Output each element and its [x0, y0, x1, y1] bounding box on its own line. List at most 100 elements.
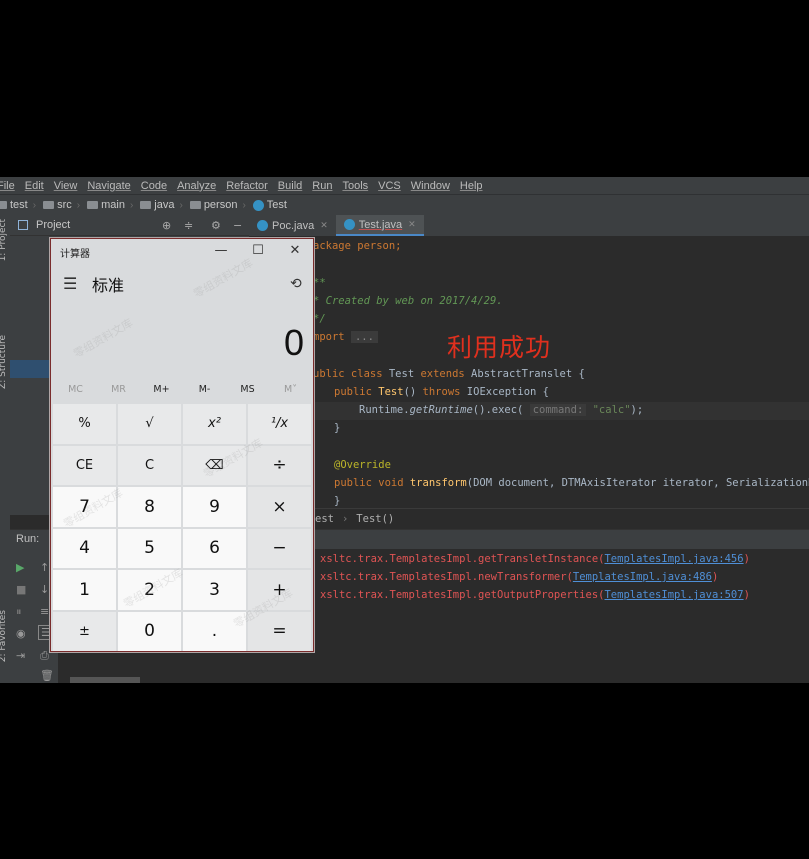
- digit-9-button[interactable]: 9: [183, 487, 246, 527]
- history-icon[interactable]: ⟲: [290, 276, 302, 292]
- tab-test-java[interactable]: Test.java ✕: [335, 215, 424, 236]
- decimal-button[interactable]: .: [183, 611, 246, 651]
- memory-recall-button[interactable]: MR: [97, 384, 140, 400]
- camera-icon[interactable]: ◉: [16, 627, 26, 640]
- editor-crumb-method[interactable]: Test(): [356, 513, 394, 525]
- minimize-icon[interactable]: −: [233, 215, 242, 236]
- clear-entry-button[interactable]: CE: [53, 445, 116, 485]
- editor-crumb-class[interactable]: est: [315, 513, 334, 525]
- code-text: getRuntime: [409, 404, 473, 416]
- gear-icon[interactable]: ⚙: [211, 215, 221, 236]
- digit-1-button[interactable]: 1: [53, 570, 116, 610]
- scroll-up-icon[interactable]: ↑: [40, 561, 49, 574]
- memory-add-button[interactable]: M+: [140, 384, 183, 400]
- crumb-java[interactable]: java ›: [135, 199, 183, 211]
- overlay-success-text: 利用成功: [447, 333, 552, 362]
- percent-button[interactable]: %: [53, 404, 116, 444]
- scroll-down-icon[interactable]: ↓: [40, 583, 49, 596]
- divide-button[interactable]: ÷: [248, 445, 311, 485]
- favorites-tool-label[interactable]: 2: Favorites: [0, 610, 8, 662]
- digit-0-button[interactable]: 0: [118, 611, 181, 651]
- crumb-person[interactable]: person ›: [185, 199, 246, 211]
- clear-button[interactable]: C: [118, 445, 181, 485]
- folder-icon: [189, 201, 201, 209]
- menu-navigate[interactable]: Navigate: [82, 180, 135, 192]
- pause-icon[interactable]: ⏸: [16, 605, 22, 619]
- trash-icon[interactable]: 🗑: [40, 669, 54, 682]
- crumb-main[interactable]: main ›: [82, 199, 133, 211]
- class-icon: [343, 219, 355, 230]
- stop-icon[interactable]: ■: [16, 583, 26, 596]
- digit-4-button[interactable]: 4: [53, 528, 116, 568]
- crumb-label: person: [203, 199, 238, 211]
- menu-code[interactable]: Code: [136, 180, 172, 192]
- menu-file[interactable]: File: [0, 180, 20, 192]
- close-icon[interactable]: ✕: [408, 219, 416, 230]
- console-line: xsltc.trax.TemplatesImpl.newTransformer(…: [320, 571, 718, 583]
- collapse-icon[interactable]: ≑: [184, 215, 193, 236]
- maximize-button[interactable]: ☐: [243, 240, 273, 262]
- source-link[interactable]: TemplatesImpl.java:507: [604, 589, 743, 601]
- class-icon: [252, 199, 264, 211]
- square-button[interactable]: x²: [183, 404, 246, 444]
- console-text: ): [743, 589, 750, 601]
- backspace-button[interactable]: ⌫: [183, 445, 246, 485]
- structure-tool-label[interactable]: Z: Structure: [0, 335, 8, 389]
- rerun-icon[interactable]: ▶: [16, 561, 24, 574]
- multiply-button[interactable]: ×: [248, 487, 311, 527]
- print-icon[interactable]: ⎙: [40, 649, 49, 663]
- menu-bar: File Edit View Navigate Code Analyze Ref…: [0, 177, 809, 194]
- param-hint: command:: [529, 404, 587, 416]
- screen: File Edit View Navigate Code Analyze Ref…: [0, 0, 809, 859]
- menu-window[interactable]: Window: [406, 180, 455, 192]
- menu-vcs[interactable]: VCS: [373, 180, 406, 192]
- login-icon[interactable]: ⇥: [16, 649, 25, 662]
- digit-8-button[interactable]: 8: [118, 487, 181, 527]
- crumb-src[interactable]: src ›: [38, 199, 80, 211]
- menu-build[interactable]: Build: [273, 180, 307, 192]
- digit-5-button[interactable]: 5: [118, 528, 181, 568]
- close-icon[interactable]: ✕: [320, 220, 328, 231]
- editor-tabs: Poc.java ✕ Test.java ✕: [249, 215, 809, 236]
- project-tool-label[interactable]: 1: Project: [0, 219, 8, 261]
- plus-button[interactable]: +: [248, 570, 311, 610]
- sqrt-button[interactable]: √: [118, 404, 181, 444]
- code-text: ().exec(: [472, 404, 530, 416]
- memory-subtract-button[interactable]: M-: [183, 384, 226, 400]
- menu-run[interactable]: Run: [307, 180, 337, 192]
- menu-tools[interactable]: Tools: [337, 180, 373, 192]
- digit-7-button[interactable]: 7: [53, 487, 116, 527]
- reciprocal-button[interactable]: ¹/x: [248, 404, 311, 444]
- project-panel-title[interactable]: Project: [36, 219, 70, 231]
- memory-store-button[interactable]: MS: [226, 384, 269, 400]
- close-button[interactable]: ✕: [280, 240, 310, 262]
- source-link[interactable]: TemplatesImpl.java:456: [604, 553, 743, 565]
- minus-button[interactable]: −: [248, 528, 311, 568]
- wrap-icon[interactable]: ≡: [40, 605, 49, 618]
- horizontal-scrollbar[interactable]: [70, 677, 140, 683]
- chevron-right-icon: ›: [341, 512, 349, 525]
- menu-help[interactable]: Help: [455, 180, 488, 192]
- tab-poc-java[interactable]: Poc.java ✕: [249, 215, 336, 236]
- digit-2-button[interactable]: 2: [118, 570, 181, 610]
- source-link[interactable]: TemplatesImpl.java:486: [573, 571, 712, 583]
- project-icon: [0, 201, 7, 209]
- menu-refactor[interactable]: Refactor: [221, 180, 273, 192]
- digit-6-button[interactable]: 6: [183, 528, 246, 568]
- project-tree-selection[interactable]: [10, 360, 50, 378]
- memory-list-button[interactable]: M˅: [269, 384, 312, 400]
- minimize-button[interactable]: —: [206, 240, 236, 262]
- negate-button[interactable]: ±: [53, 611, 116, 651]
- hamburger-menu-icon[interactable]: ☰: [63, 274, 77, 293]
- menu-view[interactable]: View: [49, 180, 83, 192]
- crumb-test[interactable]: test ›: [0, 199, 36, 211]
- target-icon[interactable]: ⊕: [162, 215, 171, 236]
- menu-analyze[interactable]: Analyze: [172, 180, 221, 192]
- memory-clear-button[interactable]: MC: [54, 384, 97, 400]
- code-text: );: [630, 404, 644, 416]
- project-panel-icon: [18, 220, 28, 230]
- menu-edit[interactable]: Edit: [20, 180, 49, 192]
- digit-3-button[interactable]: 3: [183, 570, 246, 610]
- equals-button[interactable]: =: [248, 611, 311, 651]
- crumb-test-class[interactable]: Test: [248, 199, 287, 211]
